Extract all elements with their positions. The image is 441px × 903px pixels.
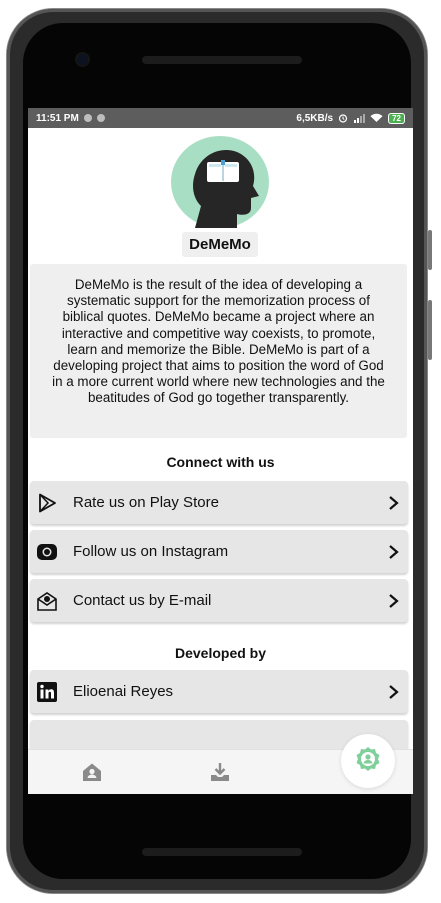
developed-by-title: Developed by	[174, 645, 267, 661]
chevron-right-icon	[382, 541, 404, 563]
follow-instagram-label: Follow us on Instagram	[73, 543, 229, 560]
power-button	[428, 300, 432, 360]
linkedin-icon	[36, 681, 58, 703]
signal-icon	[354, 114, 366, 123]
contact-email-label: Contact us by E-mail	[73, 592, 212, 609]
about-icon	[354, 745, 382, 778]
developer-name-label: Elioenai Reyes	[73, 683, 174, 700]
chevron-right-icon	[382, 681, 404, 703]
contact-email-row[interactable]: Contact us by E-mail	[30, 579, 408, 622]
network-speed: 6,5KB/s	[296, 112, 334, 124]
rate-play-store-label: Rate us on Play Store	[73, 494, 219, 511]
email-icon	[36, 590, 58, 612]
play-store-icon	[36, 492, 58, 514]
home-icon[interactable]	[78, 758, 106, 786]
app-name: DeMeMo	[182, 232, 258, 257]
battery-indicator: 72	[388, 112, 405, 124]
head-book-icon	[193, 150, 259, 228]
volume-button	[428, 230, 432, 270]
about-content: DeMeMo DeMeMo is the result of the idea …	[28, 128, 413, 750]
alarm-icon	[338, 114, 348, 123]
developer-linkedin-row[interactable]: Elioenai Reyes	[30, 670, 408, 713]
notification-dot-icon	[83, 114, 92, 122]
about-tab-button[interactable]	[341, 734, 395, 788]
app-logo	[171, 136, 269, 228]
app-description: DeMeMo is the result of the idea of deve…	[30, 264, 407, 438]
front-camera	[77, 54, 88, 65]
wifi-icon	[370, 113, 383, 122]
bottom-tab-bar	[28, 734, 413, 794]
status-bar: 11:51 PM 6,5KB/s 72	[28, 108, 413, 128]
download-icon[interactable]	[206, 758, 234, 786]
connect-title: Connect with us	[166, 454, 275, 470]
status-time: 11:51 PM	[36, 112, 79, 124]
bottom-speaker	[142, 848, 302, 856]
app-screen: 11:51 PM 6,5KB/s 72 DeMeMo DeMeMo is the…	[28, 108, 413, 794]
earpiece-speaker	[142, 56, 302, 64]
chevron-right-icon	[382, 492, 404, 514]
rate-play-store-row[interactable]: Rate us on Play Store	[30, 481, 408, 524]
notification-dot-icon	[96, 114, 105, 122]
chevron-right-icon	[382, 590, 404, 612]
follow-instagram-row[interactable]: Follow us on Instagram	[30, 530, 408, 573]
instagram-icon	[36, 541, 58, 563]
